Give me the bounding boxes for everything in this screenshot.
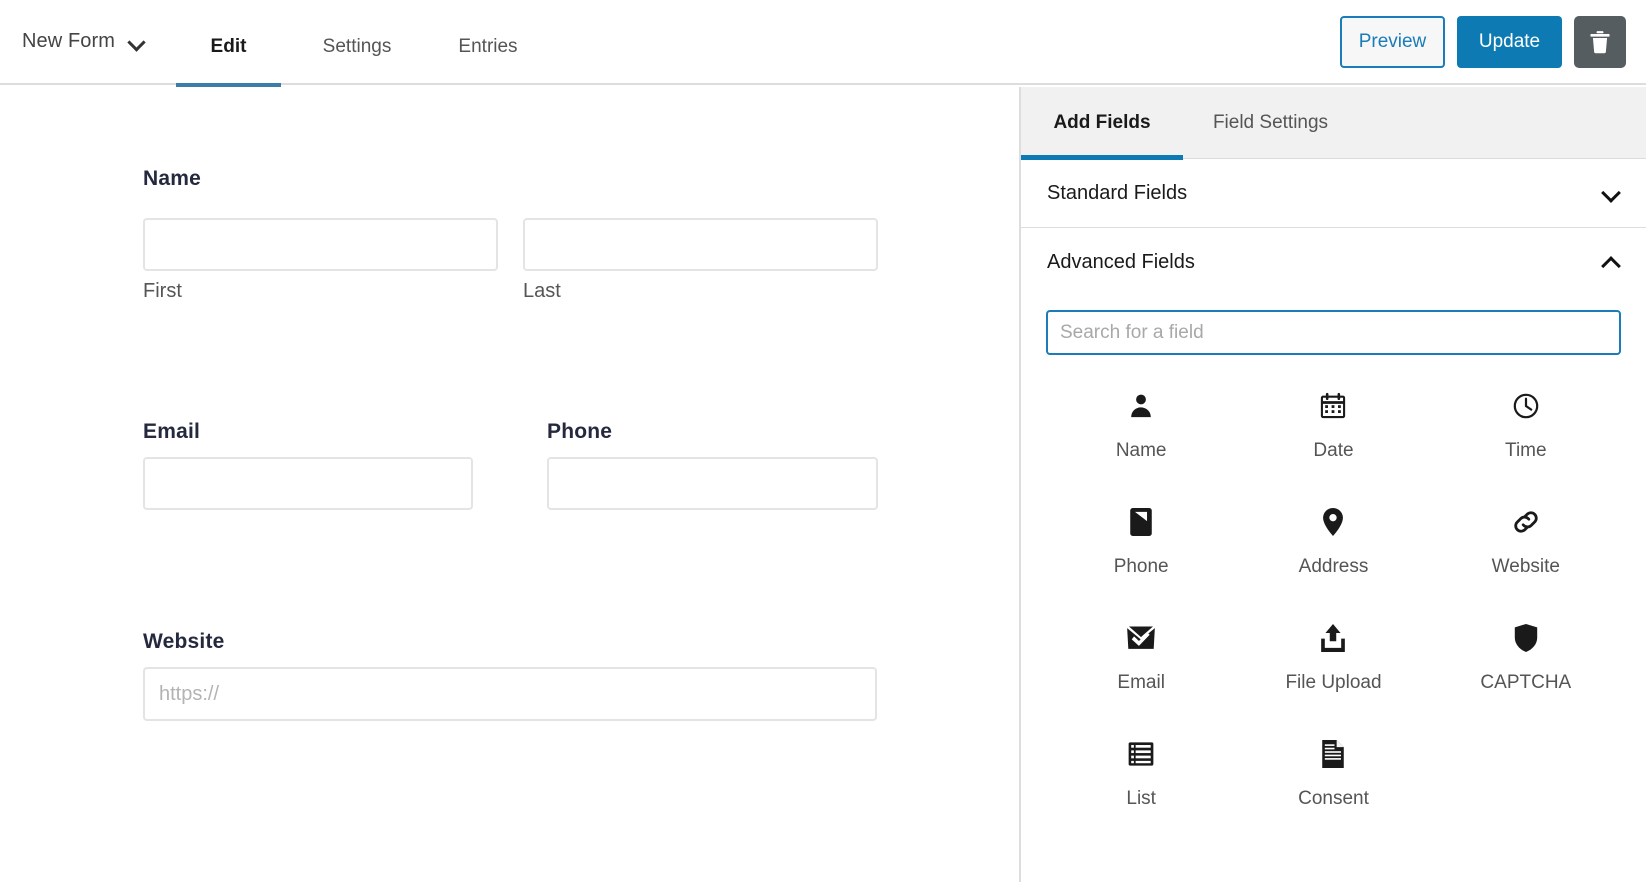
document-icon bbox=[1321, 733, 1345, 775]
field-label-website: Website bbox=[143, 630, 877, 654]
name-last-sublabel: Last bbox=[523, 280, 878, 303]
top-bar-actions: Preview Update bbox=[1340, 16, 1626, 68]
field-tile-consent[interactable]: Consent bbox=[1237, 721, 1429, 837]
section-advanced-fields-header[interactable]: Advanced Fields bbox=[1021, 228, 1646, 296]
field-tile-file-upload[interactable]: File Upload bbox=[1237, 605, 1429, 721]
name-last-column: Last bbox=[523, 218, 878, 303]
section-standard-fields-title: Standard Fields bbox=[1047, 182, 1187, 205]
field-tile-label: Website bbox=[1492, 556, 1560, 578]
mobile-phone-icon bbox=[1128, 501, 1154, 543]
form-builder-app: New Form Edit Settings Entries Preview U… bbox=[0, 0, 1646, 882]
field-tile-label: Time bbox=[1505, 440, 1547, 462]
upload-icon bbox=[1320, 617, 1346, 659]
panel-tab-bar: Add Fields Field Settings bbox=[1021, 87, 1646, 159]
name-first-column: First bbox=[143, 218, 498, 303]
field-tile-label: List bbox=[1126, 788, 1156, 810]
field-tile-address[interactable]: Address bbox=[1237, 489, 1429, 605]
field-tile-list[interactable]: List bbox=[1045, 721, 1237, 837]
field-label-email: Email bbox=[143, 420, 473, 444]
form-field-phone[interactable]: Phone bbox=[547, 420, 878, 510]
tab-field-settings[interactable]: Field Settings bbox=[1183, 87, 1358, 159]
field-label-name: Name bbox=[143, 167, 878, 191]
advanced-fields-grid: Name Date bbox=[1021, 363, 1646, 837]
preview-button[interactable]: Preview bbox=[1340, 16, 1445, 68]
field-tile-label: Date bbox=[1313, 440, 1353, 462]
field-tile-label: Name bbox=[1116, 440, 1167, 462]
field-tile-label: Phone bbox=[1114, 556, 1169, 578]
chevron-down-icon bbox=[1602, 184, 1620, 202]
link-icon bbox=[1512, 501, 1540, 543]
field-tile-name[interactable]: Name bbox=[1045, 373, 1237, 489]
form-switcher[interactable]: New Form bbox=[22, 30, 145, 53]
field-tile-email[interactable]: Email bbox=[1045, 605, 1237, 721]
field-panel-sidebar: Add Fields Field Settings Standard Field… bbox=[1019, 87, 1646, 882]
form-title: New Form bbox=[22, 30, 115, 53]
name-last-input[interactable] bbox=[523, 218, 878, 271]
map-pin-icon bbox=[1320, 501, 1346, 543]
section-advanced-fields-title: Advanced Fields bbox=[1047, 251, 1195, 274]
shield-icon bbox=[1513, 617, 1539, 659]
search-input[interactable] bbox=[1046, 310, 1621, 355]
field-tile-date[interactable]: Date bbox=[1237, 373, 1429, 489]
name-first-sublabel: First bbox=[143, 280, 498, 303]
email-input[interactable] bbox=[143, 457, 473, 510]
update-button[interactable]: Update bbox=[1457, 16, 1562, 68]
section-standard-fields-header[interactable]: Standard Fields bbox=[1021, 159, 1646, 227]
form-field-name[interactable]: Name First Last bbox=[143, 167, 878, 303]
field-tile-label: Address bbox=[1299, 556, 1369, 578]
person-icon bbox=[1127, 385, 1155, 427]
phone-input[interactable] bbox=[547, 457, 878, 510]
field-tile-website[interactable]: Website bbox=[1430, 489, 1622, 605]
tab-settings[interactable]: Settings bbox=[297, 0, 417, 85]
field-label-phone: Phone bbox=[547, 420, 878, 444]
field-search-wrap bbox=[1021, 296, 1646, 363]
field-tile-label: File Upload bbox=[1285, 672, 1381, 694]
trash-icon bbox=[1589, 30, 1611, 54]
list-icon bbox=[1127, 733, 1155, 775]
field-tile-phone[interactable]: Phone bbox=[1045, 489, 1237, 605]
field-tile-captcha[interactable]: CAPTCHA bbox=[1430, 605, 1622, 721]
chevron-up-icon bbox=[1602, 253, 1620, 271]
form-preview-canvas: Name First Last Email Phone bbox=[0, 87, 1018, 882]
section-advanced-fields: Advanced Fields Name bbox=[1021, 228, 1646, 837]
form-field-website[interactable]: Website bbox=[143, 630, 877, 721]
field-tile-label: CAPTCHA bbox=[1480, 672, 1571, 694]
chevron-down-icon bbox=[129, 35, 145, 51]
main-tab-bar: Edit Settings Entries bbox=[176, 0, 543, 85]
clock-icon bbox=[1512, 385, 1540, 427]
section-standard-fields: Standard Fields bbox=[1021, 159, 1646, 228]
envelope-icon bbox=[1126, 617, 1156, 659]
tab-entries[interactable]: Entries bbox=[433, 0, 543, 85]
tab-add-fields[interactable]: Add Fields bbox=[1021, 87, 1183, 159]
field-tile-time[interactable]: Time bbox=[1430, 373, 1622, 489]
name-first-input[interactable] bbox=[143, 218, 498, 271]
website-input[interactable] bbox=[143, 667, 877, 721]
delete-form-button[interactable] bbox=[1574, 16, 1626, 68]
tab-edit[interactable]: Edit bbox=[176, 0, 281, 85]
name-field-row: First Last bbox=[143, 218, 878, 303]
top-bar: New Form Edit Settings Entries Preview U… bbox=[0, 0, 1646, 85]
field-tile-label: Consent bbox=[1298, 788, 1369, 810]
calendar-icon bbox=[1319, 385, 1347, 427]
form-field-email[interactable]: Email bbox=[143, 420, 473, 510]
field-tile-label: Email bbox=[1117, 672, 1165, 694]
